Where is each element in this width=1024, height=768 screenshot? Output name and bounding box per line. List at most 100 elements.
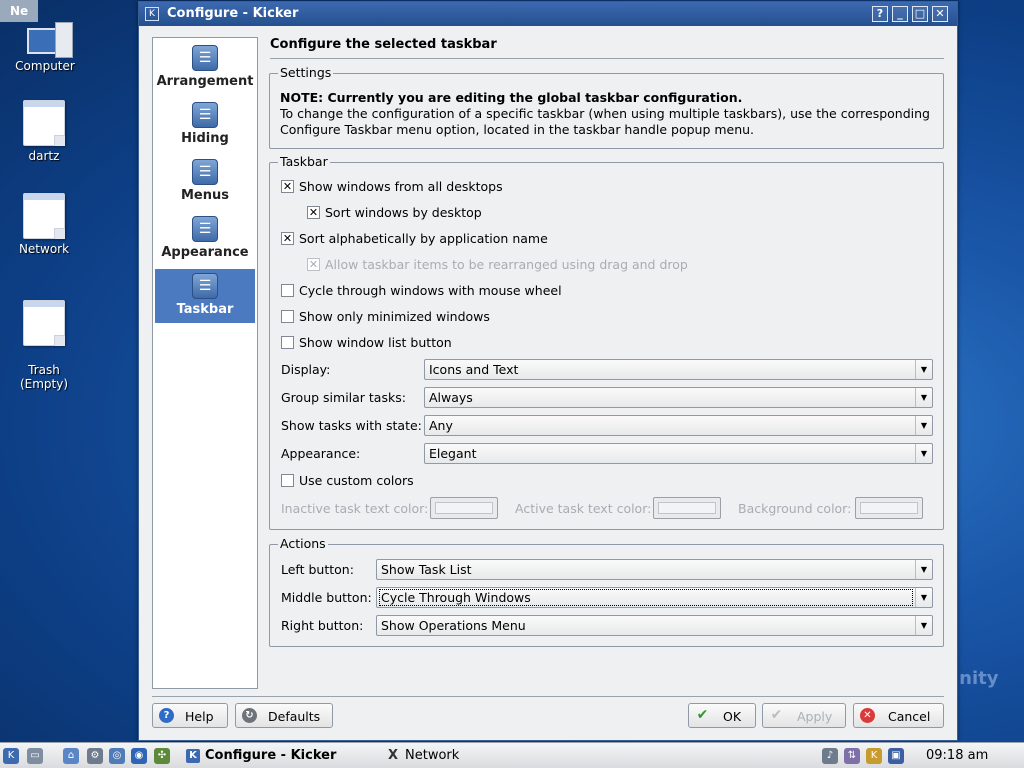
- browser-icon[interactable]: ◉: [131, 748, 147, 764]
- reset-icon: ↻: [242, 708, 257, 723]
- desktop-icon-computer[interactable]: Computer: [5, 12, 85, 73]
- nav-item-hiding[interactable]: ☰ Hiding: [155, 98, 255, 152]
- k-menu-icon[interactable]: K: [3, 748, 19, 764]
- footer-divider: [152, 696, 944, 697]
- nav-item-arrangement[interactable]: ☰ Arrangement: [155, 41, 255, 95]
- nav-item-label: Menus: [180, 188, 229, 203]
- desktop-icon-trash[interactable]: Trash (Empty): [4, 286, 84, 405]
- minimize-button[interactable]: _: [892, 6, 908, 22]
- task-label: Network: [405, 748, 460, 763]
- checkmark-icon: ✔: [770, 707, 783, 723]
- network-app-icon[interactable]: ✣: [154, 748, 170, 764]
- kicker-icon: ☰: [192, 45, 218, 71]
- custom-colors-checkbox[interactable]: [281, 474, 294, 487]
- task-state-label: Show tasks with state:: [281, 418, 422, 433]
- select-value: Any: [429, 418, 453, 433]
- taskbar-group: Taskbar ✕ Show windows from all desktops…: [269, 154, 944, 530]
- cancel-button[interactable]: ✕ Cancel: [853, 703, 944, 728]
- background-color-label: Background color:: [738, 501, 852, 516]
- checkbox-label[interactable]: Sort windows by desktop: [325, 205, 482, 220]
- file-icon: [23, 100, 65, 146]
- button-label: Cancel: [888, 709, 931, 724]
- file-icon: [23, 193, 65, 239]
- kicker-panel: K ▭ ⌂ ⚙ ◎ ◉ ✣ K Configure - Kicker X Netwo…: [0, 742, 1024, 768]
- settings-group: Settings NOTE: Currently you are editing…: [269, 65, 944, 149]
- desktop-icon-label: Trash (Empty): [19, 363, 69, 391]
- display-select[interactable]: Icons and Text ▼: [424, 359, 933, 380]
- left-button-label: Left button:: [281, 562, 354, 577]
- title-divider: [270, 58, 944, 59]
- background-color-button: [855, 497, 923, 519]
- kicker-icon: K: [186, 748, 200, 763]
- klipper-icon[interactable]: K: [866, 748, 882, 764]
- checkbox-label[interactable]: Show windows from all desktops: [299, 179, 503, 194]
- cancel-icon: ✕: [860, 708, 875, 723]
- group-similar-select[interactable]: Always ▼: [424, 387, 933, 408]
- network-tray-icon[interactable]: ⇅: [844, 748, 860, 764]
- help-center-icon[interactable]: ◎: [109, 748, 125, 764]
- middle-button-select[interactable]: Cycle Through Windows ▼: [376, 587, 933, 608]
- kicker-icon: ☰: [192, 102, 218, 128]
- appearance-label: Appearance:: [281, 446, 361, 461]
- sort-alphabetically-checkbox[interactable]: ✕: [281, 232, 294, 245]
- right-button-select[interactable]: Show Operations Menu ▼: [376, 615, 933, 636]
- computer-icon: [25, 12, 73, 58]
- display-label: Display:: [281, 362, 331, 377]
- system-icon[interactable]: ⚙: [87, 748, 103, 764]
- window-titlebar[interactable]: K Configure - Kicker ? _ □ ✕: [139, 2, 957, 26]
- window-menu-icon[interactable]: K: [145, 7, 159, 21]
- help-button[interactable]: ? Help: [152, 703, 228, 728]
- nav-item-menus[interactable]: ☰ Menus: [155, 155, 255, 209]
- button-label: OK: [723, 709, 742, 724]
- task-configure-kicker[interactable]: K Configure - Kicker: [186, 745, 376, 766]
- desktop-icon-label: dartz: [28, 149, 60, 163]
- chevron-down-icon: ▼: [915, 588, 932, 607]
- inactive-color-button: [430, 497, 498, 519]
- volume-icon[interactable]: ♪: [822, 748, 838, 764]
- chevron-down-icon: ▼: [915, 616, 932, 635]
- button-label: Apply: [797, 709, 833, 724]
- active-color-button: [653, 497, 721, 519]
- settings-info-text: Configure Taskbar menu option, located i…: [280, 122, 755, 137]
- sort-by-desktop-checkbox[interactable]: ✕: [307, 206, 320, 219]
- task-state-select[interactable]: Any ▼: [424, 415, 933, 436]
- window-list-button-checkbox[interactable]: [281, 336, 294, 349]
- desktop-icon-label: Computer: [15, 59, 75, 73]
- nav-item-taskbar[interactable]: ☰ Taskbar: [155, 269, 255, 323]
- defaults-button[interactable]: ↻ Defaults: [235, 703, 333, 728]
- ok-button[interactable]: ✔ OK: [688, 703, 756, 728]
- nav-item-appearance[interactable]: ☰ Appearance: [155, 212, 255, 266]
- checkbox-label[interactable]: Use custom colors: [299, 473, 414, 488]
- task-network[interactable]: X Network: [386, 745, 546, 766]
- left-button-select[interactable]: Show Task List ▼: [376, 559, 933, 580]
- clock[interactable]: 09:18 am: [926, 748, 988, 763]
- nav-item-label: Arrangement: [156, 74, 254, 89]
- chevron-down-icon: ▼: [915, 560, 932, 579]
- maximize-button[interactable]: □: [912, 6, 928, 22]
- checkbox-label[interactable]: Show window list button: [299, 335, 452, 350]
- home-icon[interactable]: ⌂: [63, 748, 79, 764]
- show-desktop-icon[interactable]: ▭: [27, 748, 43, 764]
- configure-kicker-window: K Configure - Kicker ? _ □ ✕ ☰ Arrangeme…: [138, 1, 958, 741]
- mouse-wheel-cycle-checkbox[interactable]: [281, 284, 294, 297]
- desktop-icon-network[interactable]: Network: [4, 193, 84, 256]
- x-app-icon: X: [387, 747, 399, 763]
- help-title-button[interactable]: ?: [872, 6, 888, 22]
- group-title: Settings: [278, 65, 334, 80]
- close-button[interactable]: ✕: [932, 6, 948, 22]
- kicker-icon: ☰: [192, 273, 218, 299]
- checkbox-label[interactable]: Cycle through windows with mouse wheel: [299, 283, 562, 298]
- desktop-icon-dartz[interactable]: dartz: [4, 100, 84, 163]
- group-title: Actions: [278, 536, 328, 551]
- display-tray-icon[interactable]: ▣: [888, 748, 904, 764]
- checkbox-label[interactable]: Sort alphabetically by application name: [299, 231, 548, 246]
- appearance-select[interactable]: Elegant ▼: [424, 443, 933, 464]
- nav-item-label: Taskbar: [176, 302, 234, 317]
- actions-group: Actions Left button: Show Task List ▼ Mi…: [269, 536, 944, 647]
- checkbox-label: Allow taskbar items to be rearranged usi…: [325, 257, 688, 272]
- show-all-desktops-checkbox[interactable]: ✕: [281, 180, 294, 193]
- only-minimized-checkbox[interactable]: [281, 310, 294, 323]
- chevron-down-icon: ▼: [915, 360, 932, 379]
- select-value: Icons and Text: [429, 362, 519, 377]
- checkbox-label[interactable]: Show only minimized windows: [299, 309, 490, 324]
